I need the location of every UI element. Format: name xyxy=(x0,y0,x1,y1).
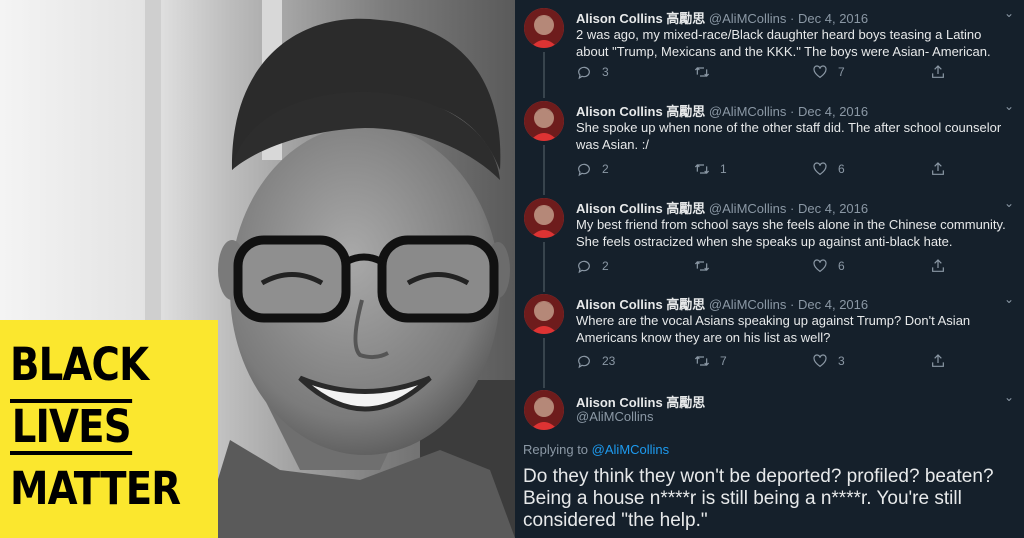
share-icon xyxy=(932,162,944,175)
thread-connector xyxy=(543,52,545,98)
reply-count: 2 xyxy=(602,259,609,273)
author-name[interactable]: Alison Collins 高勵思 xyxy=(576,201,705,216)
chevron-down-icon[interactable]: ⌄ xyxy=(1004,99,1014,113)
tweet-text: 2 was ago, my mixed-race/Black daughter … xyxy=(576,27,991,59)
like-button[interactable]: 6 xyxy=(812,161,845,177)
share-icon xyxy=(932,259,944,272)
retweet-icon xyxy=(694,261,710,271)
tweet-card[interactable]: Alison Collins 高勵思 @AliMCollins · Dec 4,… xyxy=(515,292,1024,388)
like-count: 6 xyxy=(838,259,845,273)
author-name[interactable]: Alison Collins 高勵思 xyxy=(576,297,705,312)
tweet-card[interactable]: Alison Collins 高勵思 @AliMCollins · Dec 4,… xyxy=(515,99,1024,195)
tweet-text: Where are the vocal Asians speaking up a… xyxy=(576,313,971,345)
author-name[interactable]: Alison Collins 高勵思 xyxy=(576,104,705,119)
reply-count: 3 xyxy=(602,65,609,79)
share-button[interactable] xyxy=(930,161,946,177)
author-name[interactable]: Alison Collins 高勵思 xyxy=(576,395,705,410)
chevron-down-icon[interactable]: ⌄ xyxy=(1004,196,1014,210)
retweet-button[interactable]: 7 xyxy=(694,353,727,369)
share-button[interactable] xyxy=(930,353,946,369)
retweet-count: 1 xyxy=(720,162,727,176)
author-handle[interactable]: @AliMCollins xyxy=(709,297,787,312)
thread-connector xyxy=(543,338,545,388)
like-button[interactable]: 6 xyxy=(812,258,845,274)
author-handle[interactable]: @AliMCollins xyxy=(576,409,654,424)
like-button[interactable]: 7 xyxy=(812,64,845,80)
tweet-card[interactable]: Alison Collins 高勵思 @AliMCollins · Dec 4,… xyxy=(515,6,1024,98)
retweet-icon xyxy=(694,356,710,366)
share-icon xyxy=(932,65,944,78)
heart-icon xyxy=(813,259,827,273)
reply-icon xyxy=(578,355,590,369)
share-icon xyxy=(932,354,944,367)
replying-label: Replying to xyxy=(523,442,589,457)
avatar[interactable] xyxy=(524,294,564,334)
retweet-count: 7 xyxy=(720,354,727,368)
focused-tweet-text: Do they think they won't be deported? pr… xyxy=(523,466,994,531)
reply-button[interactable]: 3 xyxy=(576,64,609,80)
tweet-date[interactable]: Dec 4, 2016 xyxy=(798,297,868,312)
tweet-text: My best friend from school says she feel… xyxy=(576,217,1006,249)
retweet-icon xyxy=(694,164,710,174)
chevron-down-icon[interactable]: ⌄ xyxy=(1004,292,1014,306)
retweet-button[interactable] xyxy=(694,64,720,80)
chevron-down-icon[interactable]: ⌄ xyxy=(1004,6,1014,20)
avatar[interactable] xyxy=(524,390,564,430)
share-button[interactable] xyxy=(930,258,946,274)
avatar[interactable] xyxy=(524,101,564,141)
reply-icon xyxy=(578,260,590,274)
thread-connector xyxy=(543,242,545,292)
heart-icon xyxy=(813,354,827,368)
chevron-down-icon[interactable]: ⌄ xyxy=(1004,390,1014,404)
poster-line-matter: MATTER xyxy=(10,462,181,515)
author-handle[interactable]: @AliMCollins xyxy=(709,104,787,119)
heart-icon xyxy=(813,65,827,79)
poster-line-black: BLACK xyxy=(10,338,149,391)
tweet-date[interactable]: Dec 4, 2016 xyxy=(798,201,868,216)
avatar[interactable] xyxy=(524,8,564,48)
author-handle[interactable]: @AliMCollins xyxy=(709,11,787,26)
like-count: 7 xyxy=(838,65,845,79)
tweet-card[interactable]: Alison Collins 高勵思 @AliMCollins · Dec 4,… xyxy=(515,196,1024,292)
black-lives-matter-poster: BLACK LIVES MATTER xyxy=(0,320,218,538)
reply-button[interactable]: 2 xyxy=(576,258,609,274)
tweet-date[interactable]: Dec 4, 2016 xyxy=(798,11,868,26)
reply-count: 23 xyxy=(602,354,616,368)
retweet-button[interactable] xyxy=(694,258,720,274)
author-handle[interactable]: @AliMCollins xyxy=(709,201,787,216)
reply-button[interactable]: 23 xyxy=(576,353,615,369)
heart-icon xyxy=(813,162,827,176)
like-count: 3 xyxy=(838,354,845,368)
author-name[interactable]: Alison Collins 高勵思 xyxy=(576,11,705,26)
poster-line-lives: LIVES xyxy=(10,399,133,455)
tweet-thread: Alison Collins 高勵思 @AliMCollins · Dec 4,… xyxy=(515,0,1024,538)
avatar[interactable] xyxy=(524,198,564,238)
reply-icon xyxy=(578,66,590,80)
reply-button[interactable]: 2 xyxy=(576,161,609,177)
reply-icon xyxy=(578,163,590,177)
like-count: 6 xyxy=(838,162,845,176)
like-button[interactable]: 3 xyxy=(812,353,845,369)
reply-count: 2 xyxy=(602,162,609,176)
replying-to: Replying to @AliMCollins xyxy=(523,442,669,457)
tweet-date[interactable]: Dec 4, 2016 xyxy=(798,104,868,119)
thread-connector xyxy=(543,145,545,195)
share-button[interactable] xyxy=(930,64,946,80)
replying-handle-link[interactable]: @AliMCollins xyxy=(592,442,670,457)
tweet-text: She spoke up when none of the other staf… xyxy=(576,120,1002,152)
retweet-button[interactable]: 1 xyxy=(694,161,727,177)
retweet-icon xyxy=(694,67,710,77)
